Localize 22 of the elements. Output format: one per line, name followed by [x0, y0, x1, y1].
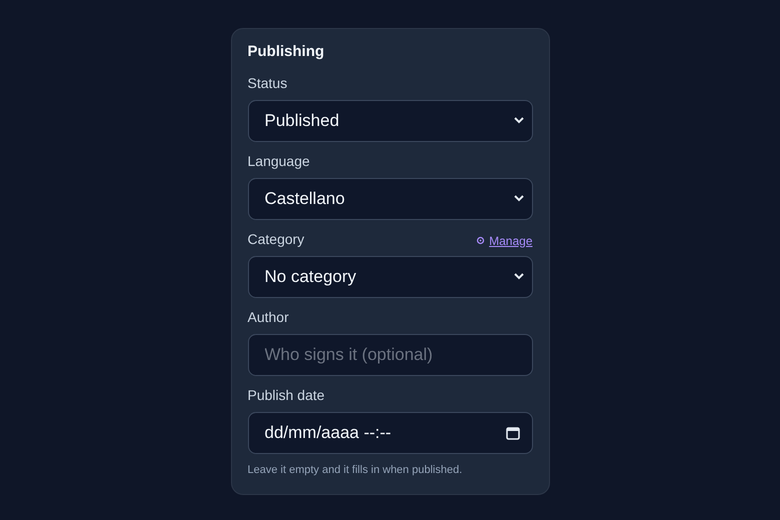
hint-text: Leave it empty and it fills in when published. — [248, 462, 464, 478]
select-field[interactable]: No category — [248, 256, 532, 298]
select-value: Published — [264, 110, 340, 132]
date-field[interactable]: dd/mm/aaaa --:-- — [248, 412, 532, 454]
field-label: Publish date — [248, 386, 325, 404]
select-field[interactable]: Published — [248, 100, 532, 142]
gear-icon — [476, 236, 486, 245]
manage-link[interactable]: Manage — [476, 232, 532, 250]
select-field[interactable]: Castellano — [248, 178, 532, 220]
calendar-icon — [506, 426, 520, 440]
field-label: Status — [248, 74, 288, 92]
card-title: Publishing — [248, 42, 326, 62]
chevron-down-icon — [514, 195, 524, 202]
select-value: Castellano — [264, 188, 345, 210]
author-field[interactable]: Who signs it (optional) — [248, 334, 532, 376]
field-label: Author — [248, 308, 289, 326]
field-label: Language — [248, 152, 310, 171]
date-value: dd/mm/aaaa --:-- — [264, 422, 392, 444]
field-label: Category — [248, 230, 304, 249]
chevron-down-icon — [514, 273, 524, 280]
select-value: No category — [264, 266, 356, 288]
chevron-down-icon — [514, 117, 524, 124]
